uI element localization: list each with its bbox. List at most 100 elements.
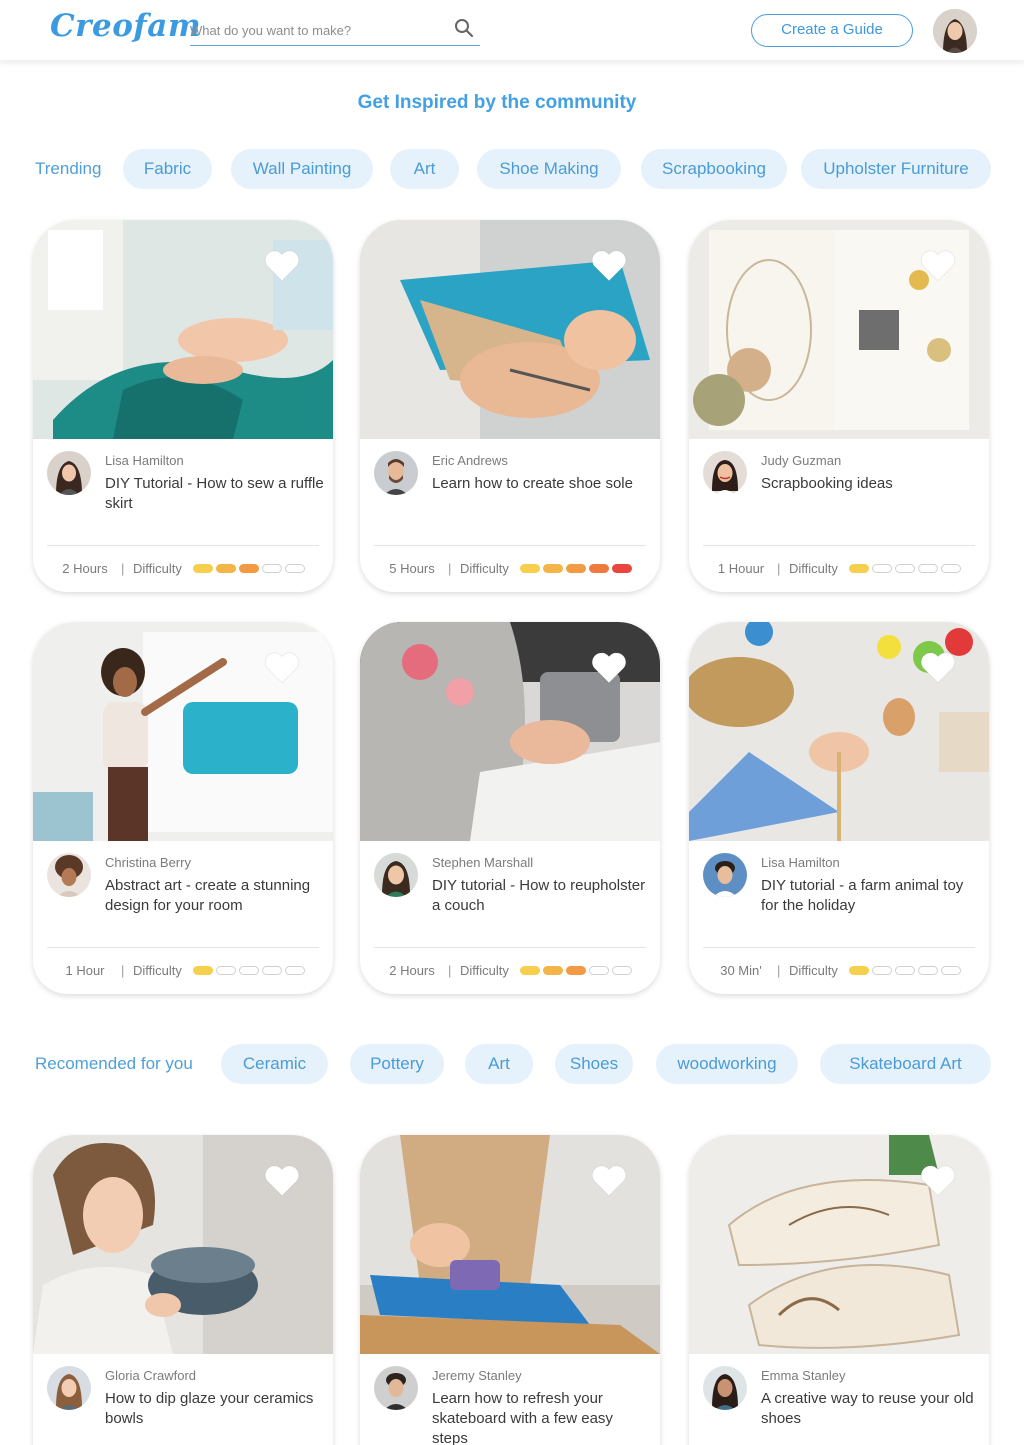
guide-title: DIY tutorial - a farm animal toy for the…	[761, 877, 964, 914]
difficulty-pill	[239, 564, 259, 573]
avatar	[703, 853, 747, 897]
difficulty-pill	[566, 564, 586, 573]
separator: |	[777, 963, 781, 978]
guide-card[interactable]: Emma Stanley A creative way to reuse you…	[689, 1135, 989, 1445]
card-footer: 1 Houur | Difficulty	[689, 559, 989, 579]
guide-card[interactable]: Christina Berry Abstract art - create a …	[33, 622, 333, 994]
difficulty-pill	[520, 564, 540, 573]
heart-icon[interactable]	[917, 646, 959, 688]
chip-upholster-furniture[interactable]: Upholster Furniture	[801, 149, 991, 189]
search-bar	[190, 14, 480, 46]
search-input[interactable]	[190, 14, 450, 46]
guide-image	[360, 622, 660, 841]
page-title: Get Inspired by the community	[357, 92, 637, 113]
author-name: Stephen Marshall	[432, 855, 534, 870]
guide-card[interactable]: Judy Guzman Scrapbooking ideas 1 Houur |…	[689, 220, 989, 592]
difficulty-pill	[239, 966, 259, 975]
difficulty-label: Difficulty	[460, 963, 509, 978]
difficulty-pill	[941, 564, 961, 573]
chip-shoes[interactable]: Shoes	[555, 1044, 633, 1084]
chip-wall-painting[interactable]: Wall Painting	[231, 149, 373, 189]
user-avatar[interactable]	[933, 9, 977, 53]
recommended-filter-row: Recomended for you Ceramic Pottery Art S…	[35, 1044, 995, 1084]
difficulty-pill	[285, 564, 305, 573]
difficulty-pill	[262, 564, 282, 573]
guide-card[interactable]: Lisa Hamilton DIY Tutorial - How to sew …	[33, 220, 333, 592]
card-footer: 5 Hours | Difficulty	[360, 559, 660, 579]
guide-card[interactable]: Stephen Marshall DIY tutorial - How to r…	[360, 622, 660, 994]
avatar	[47, 853, 91, 897]
guide-card[interactable]: Lisa Hamilton DIY tutorial - a farm anim…	[689, 622, 989, 994]
difficulty-pill	[543, 564, 563, 573]
difficulty-pill	[520, 966, 540, 975]
card-footer: 30 Min' | Difficulty	[689, 961, 989, 981]
guide-image	[689, 220, 989, 439]
chip-art-recommended[interactable]: Art	[465, 1044, 533, 1084]
chip-fabric[interactable]: Fabric	[123, 149, 212, 189]
guide-title: A creative way to reuse your old shoes	[761, 1390, 974, 1427]
heart-icon[interactable]	[588, 244, 630, 286]
chip-woodworking[interactable]: woodworking	[656, 1044, 798, 1084]
card-footer: 2 Hours | Difficulty	[360, 961, 660, 981]
guide-title: Abstract art - create a stunning design …	[105, 877, 311, 914]
separator: |	[777, 561, 781, 576]
guide-image	[33, 220, 333, 439]
top-header: Creofam Create a Guide	[0, 0, 1024, 60]
chip-ceramic[interactable]: Ceramic	[221, 1044, 328, 1084]
difficulty-pill	[918, 564, 938, 573]
create-guide-button[interactable]: Create a Guide	[751, 14, 913, 47]
divider	[374, 947, 646, 948]
chip-art[interactable]: Art	[390, 149, 459, 189]
author-name: Lisa Hamilton	[761, 855, 840, 870]
duration: 1 Houur	[717, 561, 765, 576]
difficulty-pill	[872, 966, 892, 975]
avatar	[47, 451, 91, 495]
difficulty-pill	[262, 966, 282, 975]
guide-card[interactable]: Eric Andrews Learn how to create shoe so…	[360, 220, 660, 592]
guide-card[interactable]: Gloria Crawford How to dip glaze your ce…	[33, 1135, 333, 1445]
difficulty-label: Difficulty	[133, 963, 182, 978]
divider	[374, 545, 646, 546]
chip-scrapbooking[interactable]: Scrapbooking	[641, 149, 787, 189]
heart-icon[interactable]	[261, 646, 303, 688]
guide-image	[689, 1135, 989, 1354]
duration: 2 Hours	[62, 561, 108, 576]
duration: 1 Hour	[65, 963, 105, 978]
separator: |	[121, 963, 125, 978]
difficulty-pill	[849, 966, 869, 975]
chip-skateboard-art[interactable]: Skateboard Art	[820, 1044, 991, 1084]
author-name: Christina Berry	[105, 855, 191, 870]
author-name: Judy Guzman	[761, 453, 842, 468]
avatar	[703, 1366, 747, 1410]
difficulty-pill	[589, 966, 609, 975]
guide-card[interactable]: Jeremy Stanley Learn how to refresh your…	[360, 1135, 660, 1445]
author-name: Lisa Hamilton	[105, 453, 184, 468]
divider	[47, 947, 319, 948]
heart-icon[interactable]	[917, 244, 959, 286]
chip-pottery[interactable]: Pottery	[350, 1044, 444, 1084]
heart-icon[interactable]	[261, 1159, 303, 1201]
heart-icon[interactable]	[917, 1159, 959, 1201]
guide-image	[689, 622, 989, 841]
trending-filter-row: Trending Fabric Wall Painting Art Shoe M…	[35, 149, 995, 189]
heart-icon[interactable]	[261, 244, 303, 286]
difficulty-pill	[589, 564, 609, 573]
guide-title: How to dip glaze your ceramics bowls	[105, 1390, 314, 1427]
card-footer: 1 Hour | Difficulty	[33, 961, 333, 981]
author-name: Eric Andrews	[432, 453, 508, 468]
heart-icon[interactable]	[588, 646, 630, 688]
difficulty-label: Difficulty	[133, 561, 182, 576]
difficulty-pill	[566, 966, 586, 975]
logo[interactable]: Creofam	[50, 8, 201, 44]
difficulty-pill	[193, 564, 213, 573]
heart-icon[interactable]	[588, 1159, 630, 1201]
guide-image	[360, 220, 660, 439]
difficulty-label: Difficulty	[789, 963, 838, 978]
difficulty-pill	[612, 966, 632, 975]
search-icon[interactable]	[454, 18, 474, 38]
difficulty-label: Difficulty	[789, 561, 838, 576]
guide-image	[33, 622, 333, 841]
guide-title: DIY Tutorial - How to sew a ruffle skirt	[105, 475, 324, 512]
difficulty-pill	[895, 966, 915, 975]
chip-shoe-making[interactable]: Shoe Making	[477, 149, 621, 189]
